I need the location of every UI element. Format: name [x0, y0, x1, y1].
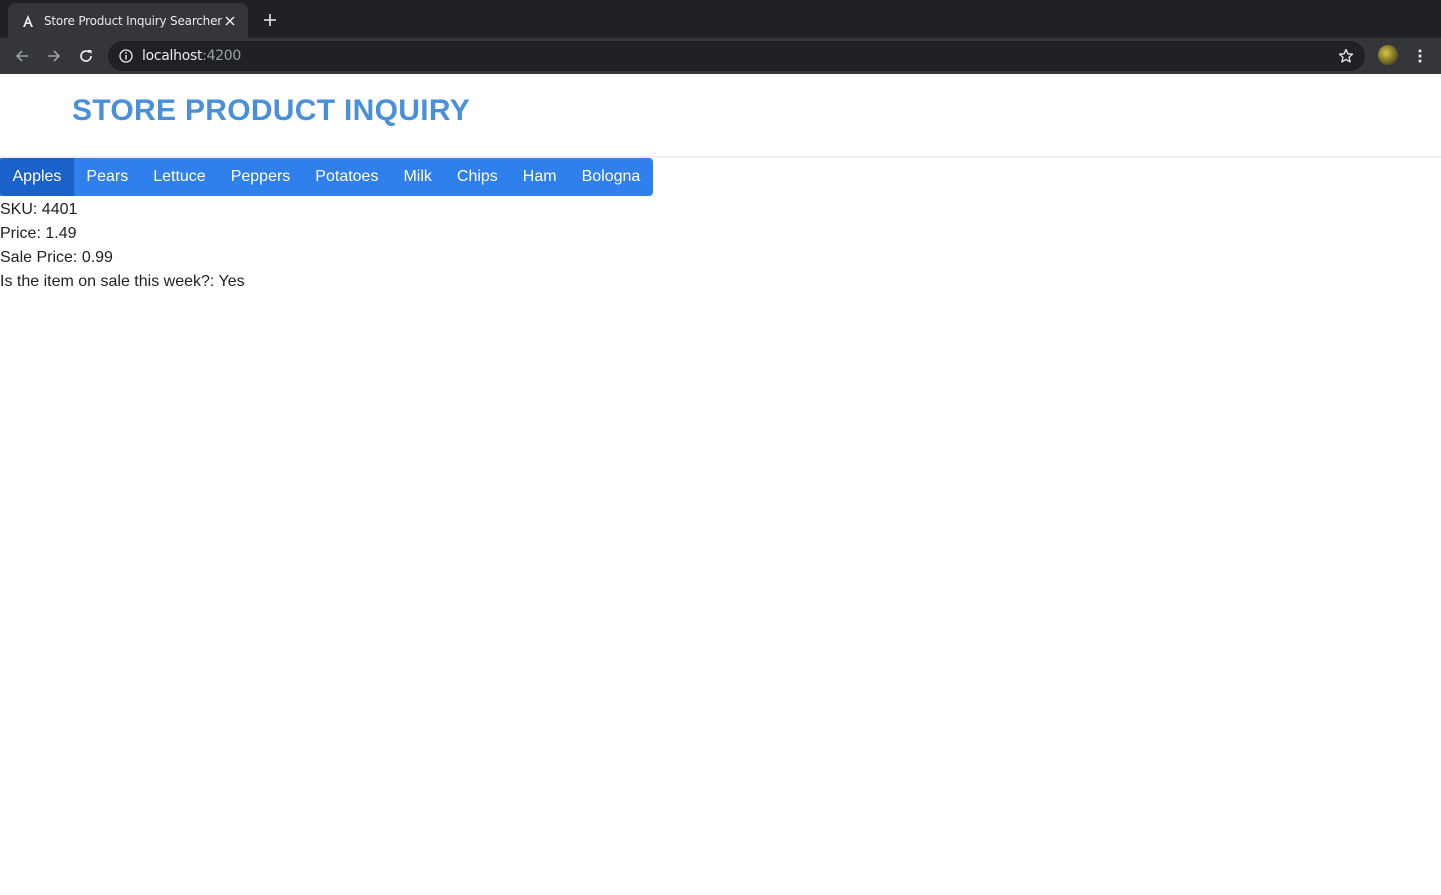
tab-lettuce[interactable]: Lettuce	[141, 158, 218, 196]
page-header: STORE PRODUCT INQUIRY	[0, 74, 1441, 158]
plus-icon[interactable]	[258, 8, 282, 32]
browser-tab[interactable]: Store Product Inquiry Searcher	[8, 3, 248, 38]
close-icon[interactable]	[222, 13, 238, 29]
tab-chips[interactable]: Chips	[444, 158, 510, 196]
tab-bologna[interactable]: Bologna	[569, 158, 653, 196]
browser-tab-strip: Store Product Inquiry Searcher	[0, 0, 1441, 38]
tab-potatoes[interactable]: Potatoes	[303, 158, 391, 196]
tab-apples[interactable]: Apples	[0, 158, 74, 196]
tab-pears[interactable]: Pears	[74, 158, 141, 196]
sale-price-line: Sale Price: 0.99	[0, 249, 113, 266]
menu-icon[interactable]	[1408, 42, 1432, 70]
page-title: STORE PRODUCT INQUIRY	[72, 94, 470, 127]
price-line: Price: 1.49	[0, 225, 77, 242]
address-bar[interactable]: localhost:4200	[108, 41, 1365, 71]
tab-ham[interactable]: Ham	[510, 158, 569, 196]
on-sale-line: Is the item on sale this week?: Yes	[0, 273, 245, 290]
url-port: :4200	[202, 48, 242, 64]
reload-icon[interactable]	[72, 42, 100, 70]
product-tabs: Apples Pears Lettuce Peppers Potatoes Milk Chi…	[0, 158, 653, 196]
product-details: SKU: 4401 Price: 1.49 Sale Price: 0.99 I…	[0, 198, 245, 294]
tab-title: Store Product Inquiry Searcher	[44, 13, 222, 28]
star-icon[interactable]	[1337, 47, 1355, 65]
angular-icon	[20, 13, 36, 29]
info-icon[interactable]	[118, 48, 134, 64]
browser-toolbar: localhost:4200	[0, 38, 1441, 74]
page-content: STORE PRODUCT INQUIRY Apples Pears Lettuce…	[0, 74, 1441, 895]
tab-milk[interactable]: Milk	[391, 158, 444, 196]
extension-avatar[interactable]	[1378, 45, 1398, 65]
back-icon[interactable]	[8, 42, 36, 70]
tab-peppers[interactable]: Peppers	[218, 158, 303, 196]
sku-line: SKU: 4401	[0, 201, 78, 218]
url-host: localhost	[142, 48, 203, 64]
forward-icon[interactable]	[40, 42, 68, 70]
